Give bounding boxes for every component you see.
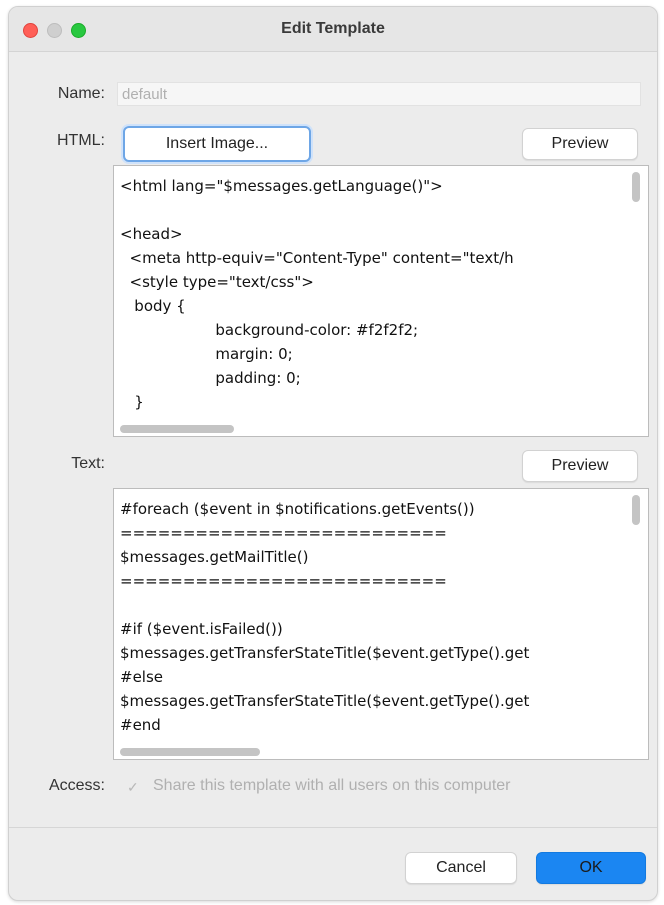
access-label: Access: (48, 777, 105, 794)
html-horizontal-scrollbar[interactable] (120, 425, 234, 433)
html-line[interactable]: body { (120, 294, 622, 318)
text-line[interactable]: #if ($event.isFailed()) (120, 617, 622, 641)
name-label: Name: (57, 85, 105, 102)
text-vertical-scrollbar[interactable] (632, 495, 640, 525)
html-vertical-scrollbar[interactable] (632, 172, 640, 202)
html-line[interactable]: <head> (120, 222, 622, 246)
html-preview-button[interactable]: Preview (522, 128, 638, 160)
text-label: Text: (71, 455, 105, 472)
html-label: HTML: (57, 132, 105, 149)
window-title: Edit Template (281, 20, 385, 37)
html-line[interactable]: background-color: #f2f2f2; (120, 318, 622, 342)
html-line[interactable]: margin: 0; (120, 342, 622, 366)
text-code[interactable]: #foreach ($event in $notifications.getEv… (120, 497, 622, 737)
text-line[interactable]: ========================== (120, 569, 622, 593)
html-line[interactable]: } (120, 390, 622, 414)
text-line[interactable]: #end (120, 713, 622, 737)
html-line[interactable]: <style type="text/css"> (120, 270, 622, 294)
text-editor[interactable]: #foreach ($event in $notifications.getEv… (113, 488, 649, 760)
text-line[interactable]: #foreach ($event in $notifications.getEv… (120, 497, 622, 521)
edit-template-dialog: Edit Template Name: default HTML: Insert… (8, 6, 658, 901)
html-line[interactable] (120, 198, 622, 222)
ok-button[interactable]: OK (536, 852, 646, 884)
share-checkbox-label[interactable]: Share this template with all users on th… (153, 777, 511, 795)
html-editor[interactable]: <html lang="$messages.getLanguage()"> <h… (113, 165, 649, 437)
share-checkbox[interactable]: ✓ (127, 779, 143, 795)
text-preview-button[interactable]: Preview (522, 450, 638, 482)
html-line[interactable]: <html lang="$messages.getLanguage()"> (120, 174, 622, 198)
footer-divider (9, 827, 657, 828)
text-line[interactable]: ========================== (120, 521, 622, 545)
text-line[interactable] (120, 593, 622, 617)
text-horizontal-scrollbar[interactable] (120, 748, 260, 756)
cancel-button[interactable]: Cancel (405, 852, 517, 884)
html-code[interactable]: <html lang="$messages.getLanguage()"> <h… (120, 174, 622, 414)
text-line[interactable]: $messages.getTransferStateTitle($event.g… (120, 689, 622, 713)
text-line[interactable]: $messages.getTransferStateTitle($event.g… (120, 641, 622, 665)
html-line[interactable]: <meta http-equiv="Content-Type" content=… (120, 246, 622, 270)
html-line[interactable]: padding: 0; (120, 366, 622, 390)
insert-image-button[interactable]: Insert Image... (123, 126, 311, 162)
name-field[interactable]: default (117, 82, 641, 106)
text-line[interactable]: #else (120, 665, 622, 689)
title-bar: Edit Template (9, 7, 657, 52)
text-line[interactable]: $messages.getMailTitle() (120, 545, 622, 569)
